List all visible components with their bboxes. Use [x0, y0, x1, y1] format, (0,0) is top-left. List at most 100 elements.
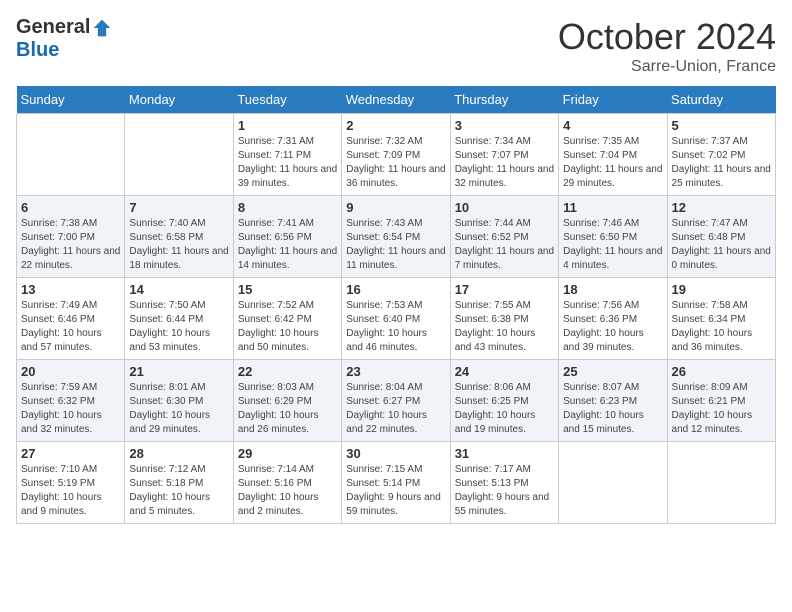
day-number: 9	[346, 200, 445, 215]
day-number: 19	[672, 282, 771, 297]
logo-general-text: General	[16, 16, 90, 39]
calendar-week-row: 27 Sunrise: 7:10 AM Sunset: 5:19 PM Dayli…	[17, 442, 776, 524]
day-number: 26	[672, 364, 771, 379]
day-info: Sunrise: 7:59 AM Sunset: 6:32 PM Dayligh…	[21, 381, 120, 437]
day-number: 5	[672, 118, 771, 133]
day-info: Sunrise: 7:46 AM Sunset: 6:50 PM Dayligh…	[563, 217, 662, 273]
calendar-cell: 31Sunrise: 7:17 AM Sunset: 5:13 PM Dayli…	[450, 442, 558, 524]
calendar-cell	[17, 114, 125, 196]
calendar-cell: 15 Sunrise: 7:52 AM Sunset: 6:42 PM Dayli…	[233, 278, 341, 360]
calendar-cell: 2 Sunrise: 7:32 AM Sunset: 7:09 PM Daylig…	[342, 114, 450, 196]
calendar-cell: 21 Sunrise: 8:01 AM Sunset: 6:30 PM Dayli…	[125, 360, 233, 442]
day-info: Sunrise: 7:34 AM Sunset: 7:07 PM Dayligh…	[455, 135, 554, 191]
calendar-cell: 27 Sunrise: 7:10 AM Sunset: 5:19 PM Dayli…	[17, 442, 125, 524]
day-header-sunday: Sunday	[17, 86, 125, 114]
calendar-cell: 16 Sunrise: 7:53 AM Sunset: 6:40 PM Dayli…	[342, 278, 450, 360]
day-number: 29	[238, 446, 337, 461]
day-number: 8	[238, 200, 337, 215]
day-number: 16	[346, 282, 445, 297]
calendar-cell: 9Sunrise: 7:43 AM Sunset: 6:54 PM Daylig…	[342, 196, 450, 278]
calendar-cell: 10 Sunrise: 7:44 AM Sunset: 6:52 PM Dayli…	[450, 196, 558, 278]
day-info: Sunrise: 7:15 AM Sunset: 5:14 PM Dayligh…	[346, 463, 445, 519]
calendar-cell: 25 Sunrise: 8:07 AM Sunset: 6:23 PM Dayli…	[559, 360, 667, 442]
calendar-cell: 29 Sunrise: 7:14 AM Sunset: 5:16 PM Dayli…	[233, 442, 341, 524]
calendar-cell: 5Sunrise: 7:37 AM Sunset: 7:02 PM Daylig…	[667, 114, 775, 196]
day-info: Sunrise: 7:17 AM Sunset: 5:13 PM Dayligh…	[455, 463, 554, 519]
day-number: 21	[129, 364, 228, 379]
day-number: 13	[21, 282, 120, 297]
calendar-cell: 26 Sunrise: 8:09 AM Sunset: 6:21 PM Dayli…	[667, 360, 775, 442]
calendar-week-row: 6 Sunrise: 7:38 AM Sunset: 7:00 PM Daylig…	[17, 196, 776, 278]
day-header-friday: Friday	[559, 86, 667, 114]
calendar-week-row: 13 Sunrise: 7:49 AM Sunset: 6:46 PM Dayli…	[17, 278, 776, 360]
day-number: 20	[21, 364, 120, 379]
calendar-cell: 30Sunrise: 7:15 AM Sunset: 5:14 PM Dayli…	[342, 442, 450, 524]
day-number: 25	[563, 364, 662, 379]
day-info: Sunrise: 7:58 AM Sunset: 6:34 PM Dayligh…	[672, 299, 771, 355]
day-header-tuesday: Tuesday	[233, 86, 341, 114]
calendar-cell: 20 Sunrise: 7:59 AM Sunset: 6:32 PM Dayli…	[17, 360, 125, 442]
calendar-cell: 6 Sunrise: 7:38 AM Sunset: 7:00 PM Daylig…	[17, 196, 125, 278]
day-info: Sunrise: 7:52 AM Sunset: 6:42 PM Dayligh…	[238, 299, 337, 355]
calendar-cell: 8 Sunrise: 7:41 AM Sunset: 6:56 PM Daylig…	[233, 196, 341, 278]
calendar-cell: 28 Sunrise: 7:12 AM Sunset: 5:18 PM Dayli…	[125, 442, 233, 524]
day-info: Sunrise: 7:53 AM Sunset: 6:40 PM Dayligh…	[346, 299, 445, 355]
day-number: 24	[455, 364, 554, 379]
day-info: Sunrise: 7:14 AM Sunset: 5:16 PM Dayligh…	[238, 463, 337, 519]
day-number: 18	[563, 282, 662, 297]
calendar-cell: 4Sunrise: 7:35 AM Sunset: 7:04 PM Daylig…	[559, 114, 667, 196]
day-info: Sunrise: 7:32 AM Sunset: 7:09 PM Dayligh…	[346, 135, 445, 191]
day-info: Sunrise: 8:01 AM Sunset: 6:30 PM Dayligh…	[129, 381, 228, 437]
day-info: Sunrise: 7:56 AM Sunset: 6:36 PM Dayligh…	[563, 299, 662, 355]
day-header-thursday: Thursday	[450, 86, 558, 114]
day-number: 6	[21, 200, 120, 215]
title-block: October 2024 Sarre-Union, France	[558, 16, 776, 76]
calendar-cell: 14Sunrise: 7:50 AM Sunset: 6:44 PM Dayli…	[125, 278, 233, 360]
calendar-cell: 22 Sunrise: 8:03 AM Sunset: 6:29 PM Dayli…	[233, 360, 341, 442]
day-number: 17	[455, 282, 554, 297]
calendar-table: SundayMondayTuesdayWednesdayThursdayFrid…	[16, 86, 776, 524]
calendar-cell: 1Sunrise: 7:31 AM Sunset: 7:11 PM Daylig…	[233, 114, 341, 196]
day-info: Sunrise: 7:55 AM Sunset: 6:38 PM Dayligh…	[455, 299, 554, 355]
day-info: Sunrise: 8:07 AM Sunset: 6:23 PM Dayligh…	[563, 381, 662, 437]
day-number: 3	[455, 118, 554, 133]
day-number: 27	[21, 446, 120, 461]
day-info: Sunrise: 7:41 AM Sunset: 6:56 PM Dayligh…	[238, 217, 337, 273]
calendar-cell	[667, 442, 775, 524]
calendar-cell	[125, 114, 233, 196]
day-info: Sunrise: 7:38 AM Sunset: 7:00 PM Dayligh…	[21, 217, 120, 273]
day-number: 15	[238, 282, 337, 297]
day-number: 2	[346, 118, 445, 133]
logo: General Blue	[16, 16, 112, 62]
day-info: Sunrise: 7:40 AM Sunset: 6:58 PM Dayligh…	[129, 217, 228, 273]
calendar-cell: 13 Sunrise: 7:49 AM Sunset: 6:46 PM Dayli…	[17, 278, 125, 360]
day-number: 7	[129, 200, 228, 215]
calendar-cell: 18 Sunrise: 7:56 AM Sunset: 6:36 PM Dayli…	[559, 278, 667, 360]
day-info: Sunrise: 8:06 AM Sunset: 6:25 PM Dayligh…	[455, 381, 554, 437]
day-number: 12	[672, 200, 771, 215]
calendar-cell: 19 Sunrise: 7:58 AM Sunset: 6:34 PM Dayli…	[667, 278, 775, 360]
day-info: Sunrise: 7:44 AM Sunset: 6:52 PM Dayligh…	[455, 217, 554, 273]
logo-blue-text: Blue	[16, 39, 59, 62]
day-info: Sunrise: 7:31 AM Sunset: 7:11 PM Dayligh…	[238, 135, 337, 191]
calendar-cell: 7 Sunrise: 7:40 AM Sunset: 6:58 PM Daylig…	[125, 196, 233, 278]
day-number: 10	[455, 200, 554, 215]
calendar-cell: 24 Sunrise: 8:06 AM Sunset: 6:25 PM Dayli…	[450, 360, 558, 442]
day-number: 22	[238, 364, 337, 379]
day-info: Sunrise: 7:50 AM Sunset: 6:44 PM Dayligh…	[129, 299, 228, 355]
day-info: Sunrise: 8:04 AM Sunset: 6:27 PM Dayligh…	[346, 381, 445, 437]
day-header-wednesday: Wednesday	[342, 86, 450, 114]
day-info: Sunrise: 7:12 AM Sunset: 5:18 PM Dayligh…	[129, 463, 228, 519]
calendar-cell: 11 Sunrise: 7:46 AM Sunset: 6:50 PM Dayli…	[559, 196, 667, 278]
day-info: Sunrise: 7:47 AM Sunset: 6:48 PM Dayligh…	[672, 217, 771, 273]
day-info: Sunrise: 7:49 AM Sunset: 6:46 PM Dayligh…	[21, 299, 120, 355]
day-number: 28	[129, 446, 228, 461]
day-info: Sunrise: 8:03 AM Sunset: 6:29 PM Dayligh…	[238, 381, 337, 437]
day-info: Sunrise: 8:09 AM Sunset: 6:21 PM Dayligh…	[672, 381, 771, 437]
day-header-monday: Monday	[125, 86, 233, 114]
calendar-week-row: 1Sunrise: 7:31 AM Sunset: 7:11 PM Daylig…	[17, 114, 776, 196]
calendar-cell: 17 Sunrise: 7:55 AM Sunset: 6:38 PM Dayli…	[450, 278, 558, 360]
day-number: 11	[563, 200, 662, 215]
day-number: 23	[346, 364, 445, 379]
day-info: Sunrise: 7:10 AM Sunset: 5:19 PM Dayligh…	[21, 463, 120, 519]
